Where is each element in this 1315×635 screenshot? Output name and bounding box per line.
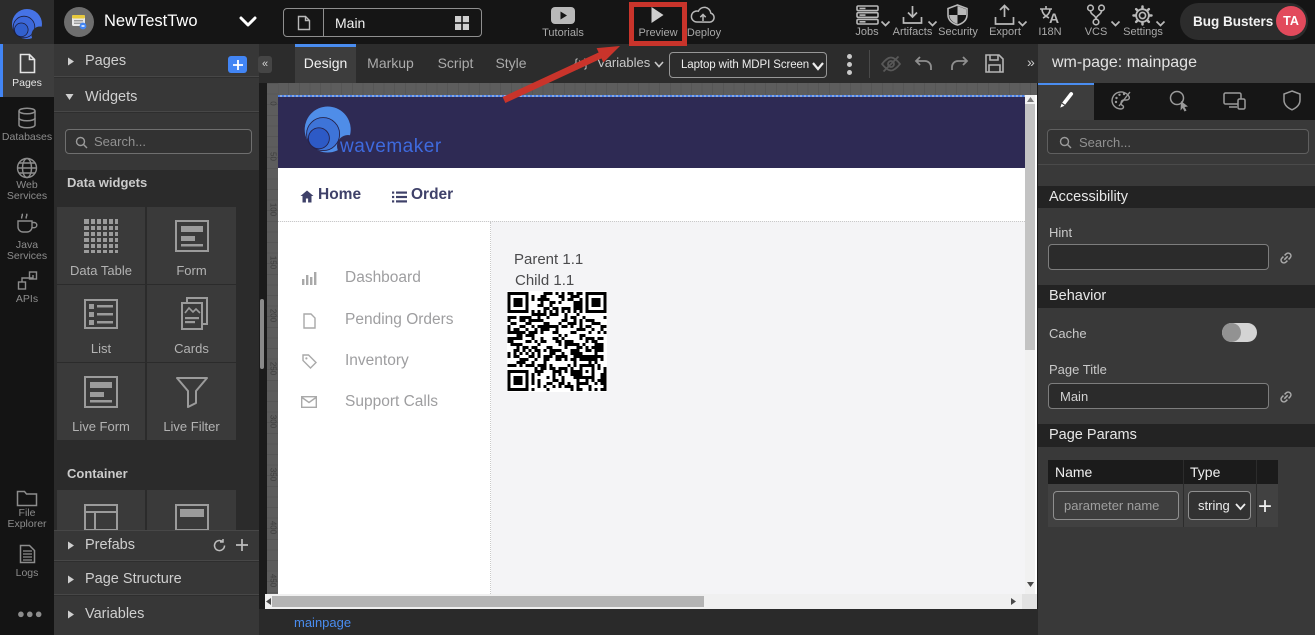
svg-text:A: A (1049, 10, 1059, 26)
